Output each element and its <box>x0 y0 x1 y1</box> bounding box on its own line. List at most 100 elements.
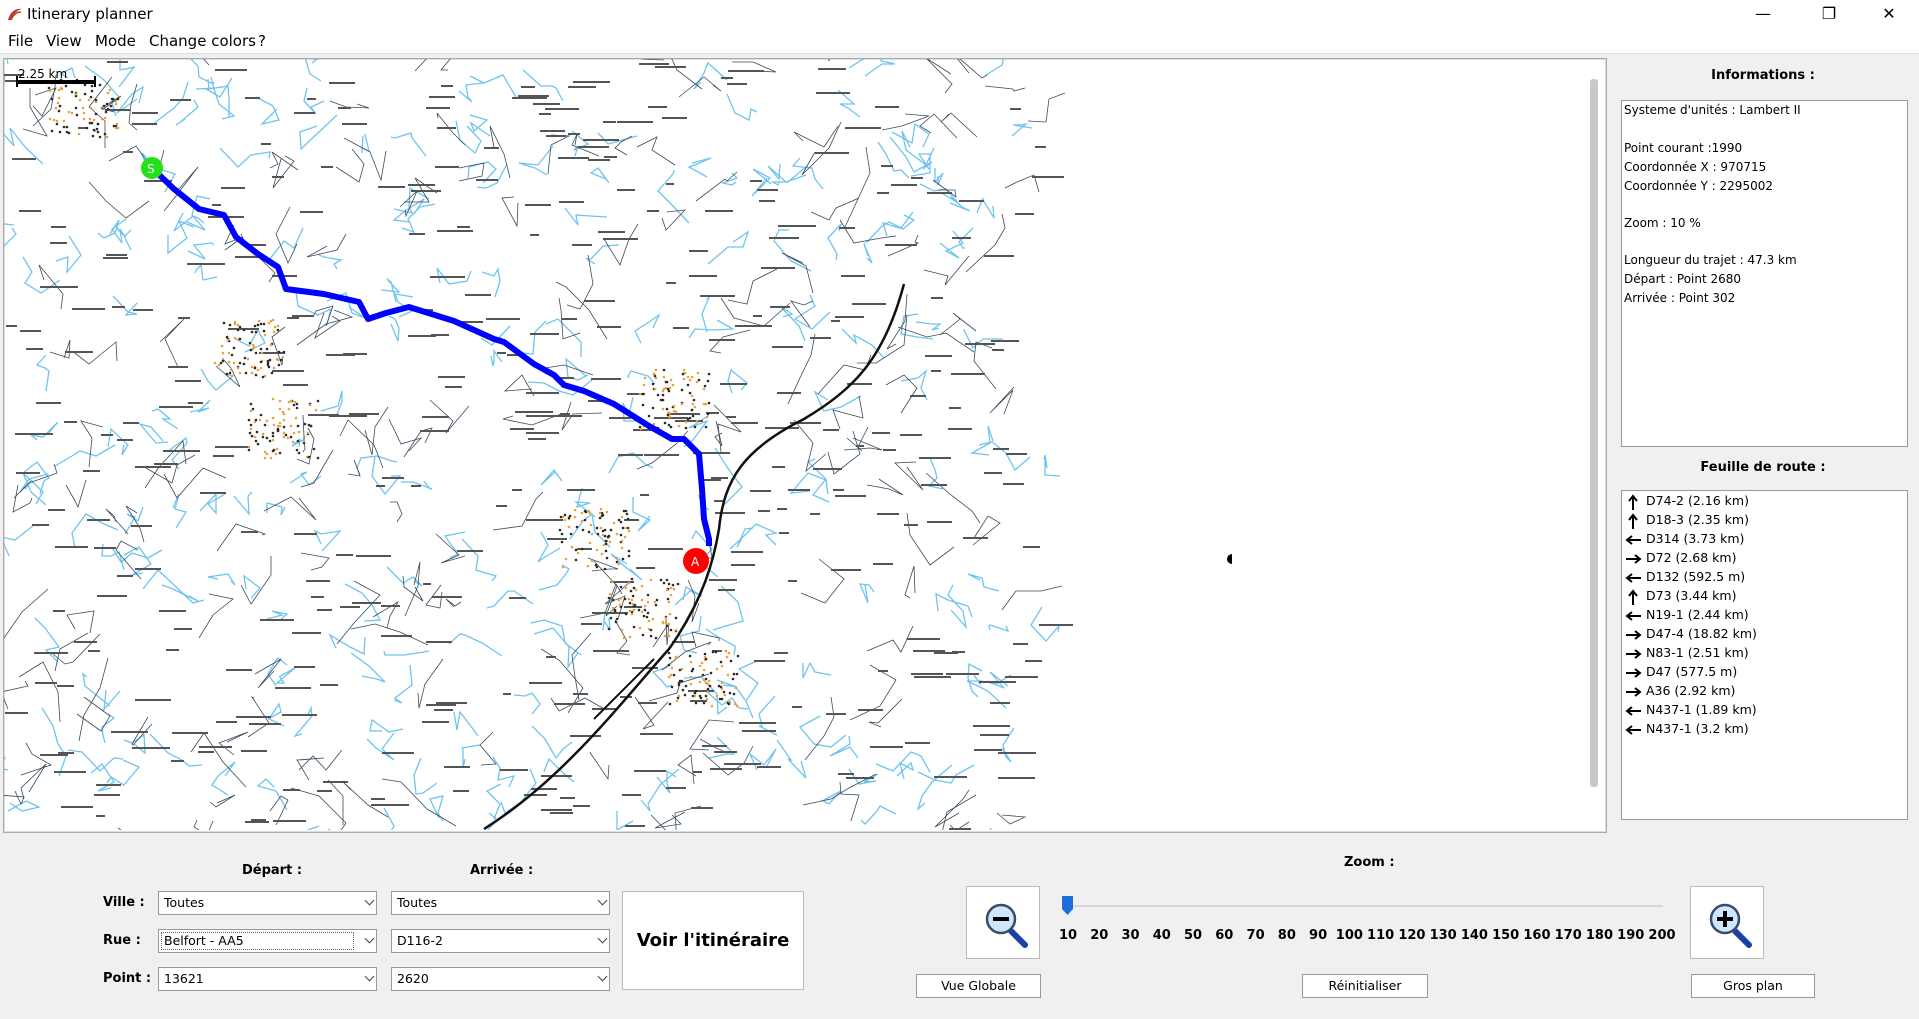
route-step-label: D132 (592.5 m) <box>1646 569 1746 584</box>
map-view[interactable]: S A 2.25 km <box>3 58 1607 833</box>
depart-point-value: 13621 <box>164 971 204 986</box>
menu-bar: File View Mode Change colors ? <box>0 28 1919 54</box>
route-step-label: N83-1 (2.51 km) <box>1646 645 1749 660</box>
railway-branch <box>593 658 655 720</box>
route-step-label: D74-2 (2.16 km) <box>1646 493 1749 508</box>
direction-right-icon <box>1626 630 1642 640</box>
zoom-tick-label: 60 <box>1215 928 1234 943</box>
point-label: Point : <box>103 971 152 986</box>
zoom-tick-label: 20 <box>1090 928 1109 943</box>
rue-label: Rue : <box>103 933 141 948</box>
depart-rue-value: Belfort - AA5 <box>164 933 244 948</box>
zoom-tick-label: 190 <box>1617 928 1645 943</box>
info-panel: Systeme d'unités : Lambert II Point cour… <box>1621 100 1908 447</box>
zoom-tick-label: 110 <box>1367 928 1395 943</box>
restore-button[interactable]: ❐ <box>1806 2 1852 26</box>
depart-title: Départ : <box>242 863 303 878</box>
info-line: Coordonnée X : 970715 <box>1624 160 1767 174</box>
zoom-slider-track[interactable] <box>1063 905 1663 907</box>
map-vertical-scrollbar[interactable] <box>1590 79 1598 787</box>
depart-rue-select[interactable]: Belfort - AA5 <box>158 929 377 953</box>
zoom-slider-thumb[interactable] <box>1062 896 1073 915</box>
direction-up-icon <box>1628 589 1638 605</box>
arrivee-point-select[interactable]: 2620 <box>391 967 610 991</box>
closeup-button[interactable]: Gros plan <box>1691 974 1815 998</box>
zoom-out-icon <box>985 903 1028 948</box>
info-panel-title: Informations : <box>1711 68 1815 83</box>
start-marker-label: S <box>147 162 155 176</box>
route-step-label: N437-1 (1.89 km) <box>1646 702 1757 717</box>
zoom-in-icon <box>1709 903 1752 948</box>
depart-ville-value: Toutes <box>164 895 205 910</box>
info-line: Zoom : 10 % <box>1624 216 1701 230</box>
map-background-texture <box>4 59 1073 830</box>
zoom-tick-label: 80 <box>1277 928 1296 943</box>
zoom-out-button[interactable] <box>966 886 1040 959</box>
menu-help[interactable]: ? <box>258 32 266 50</box>
route-step-label: D314 (3.73 km) <box>1646 531 1745 546</box>
direction-left-icon <box>1625 706 1641 716</box>
zoom-tick-label: 40 <box>1152 928 1171 943</box>
depart-ville-select[interactable]: Toutes <box>158 891 377 915</box>
info-line: Longueur du trajet : 47.3 km <box>1624 253 1797 267</box>
info-line: Coordonnée Y : 2295002 <box>1624 179 1773 193</box>
zoom-tick-label: 150 <box>1492 928 1520 943</box>
route-step-label: D18-3 (2.35 km) <box>1646 512 1749 527</box>
arrivee-rue-select[interactable]: D116-2 <box>391 929 610 953</box>
direction-left-icon <box>1625 611 1641 621</box>
arrivee-ville-value: Toutes <box>397 895 438 910</box>
arrivee-title: Arrivée : <box>470 863 534 878</box>
direction-left-icon <box>1625 573 1641 583</box>
zoom-title: Zoom : <box>1344 855 1395 870</box>
zoom-tick-label: 90 <box>1309 928 1328 943</box>
direction-right-icon <box>1626 668 1642 678</box>
info-line: Arrivée : Point 302 <box>1624 291 1736 305</box>
menu-file[interactable]: File <box>8 32 33 50</box>
ville-label: Ville : <box>103 895 145 910</box>
route-sheet-list[interactable]: D74-2 (2.16 km) D18-3 (2.35 km) D314 (3.73… <box>1621 490 1908 820</box>
close-button[interactable]: ✕ <box>1866 2 1912 26</box>
route-sheet-title: Feuille de route : <box>1700 460 1826 475</box>
menu-change-colors[interactable]: Change colors <box>149 32 256 50</box>
zoom-tick-label: 180 <box>1585 928 1614 943</box>
direction-right-icon <box>1626 649 1642 659</box>
direction-up-icon <box>1628 513 1638 529</box>
zoom-tick-label: 70 <box>1246 928 1265 943</box>
arrivee-ville-select[interactable]: Toutes <box>391 891 610 915</box>
direction-left-icon <box>1625 535 1641 545</box>
zoom-tick-label: 100 <box>1335 928 1363 943</box>
info-line: Systeme d'unités : Lambert II <box>1624 103 1801 117</box>
info-line: Départ : Point 2680 <box>1624 272 1742 286</box>
zoom-tick-label: 10 <box>1058 928 1078 943</box>
route-step-label: N437-1 (3.2 km) <box>1646 721 1749 736</box>
end-marker-label: A <box>691 555 700 569</box>
zoom-tick-label: 30 <box>1121 928 1140 943</box>
title-bar: Itinerary planner — ❐ ✕ <box>0 0 1919 28</box>
app-logo-icon <box>8 8 22 21</box>
minimize-button[interactable]: — <box>1740 2 1786 26</box>
direction-left-icon <box>1625 725 1641 735</box>
arrivee-point-value: 2620 <box>397 971 429 986</box>
direction-up-icon <box>1628 494 1638 510</box>
direction-right-icon <box>1626 554 1642 564</box>
route-step-label: D47-4 (18.82 km) <box>1646 626 1757 641</box>
route-step-label: N19-1 (2.44 km) <box>1646 607 1749 622</box>
zoom-tick-label: 120 <box>1398 928 1426 943</box>
zoom-tick-label: 140 <box>1460 928 1488 943</box>
direction-right-icon <box>1626 687 1642 697</box>
info-line: Point courant :1990 <box>1624 141 1743 155</box>
route-step-label: D47 (577.5 m) <box>1646 664 1738 679</box>
depart-point-select[interactable]: 13621 <box>158 967 377 991</box>
reset-button[interactable]: Réinitialiser <box>1302 974 1428 998</box>
menu-view[interactable]: View <box>46 32 82 50</box>
cursor-marker <box>1227 554 1232 564</box>
zoom-in-button[interactable] <box>1690 886 1764 959</box>
arrivee-rue-value: D116-2 <box>397 933 443 948</box>
route-step-label: D73 (3.44 km) <box>1646 588 1737 603</box>
show-route-button[interactable]: Voir l'itinéraire <box>622 891 804 990</box>
route-step-label: D72 (2.68 km) <box>1646 550 1737 565</box>
map-canvas[interactable]: S A <box>4 59 1604 830</box>
overview-button[interactable]: Vue Globale <box>916 974 1041 998</box>
zoom-tick-label: 50 <box>1184 928 1203 943</box>
menu-mode[interactable]: Mode <box>95 32 136 50</box>
